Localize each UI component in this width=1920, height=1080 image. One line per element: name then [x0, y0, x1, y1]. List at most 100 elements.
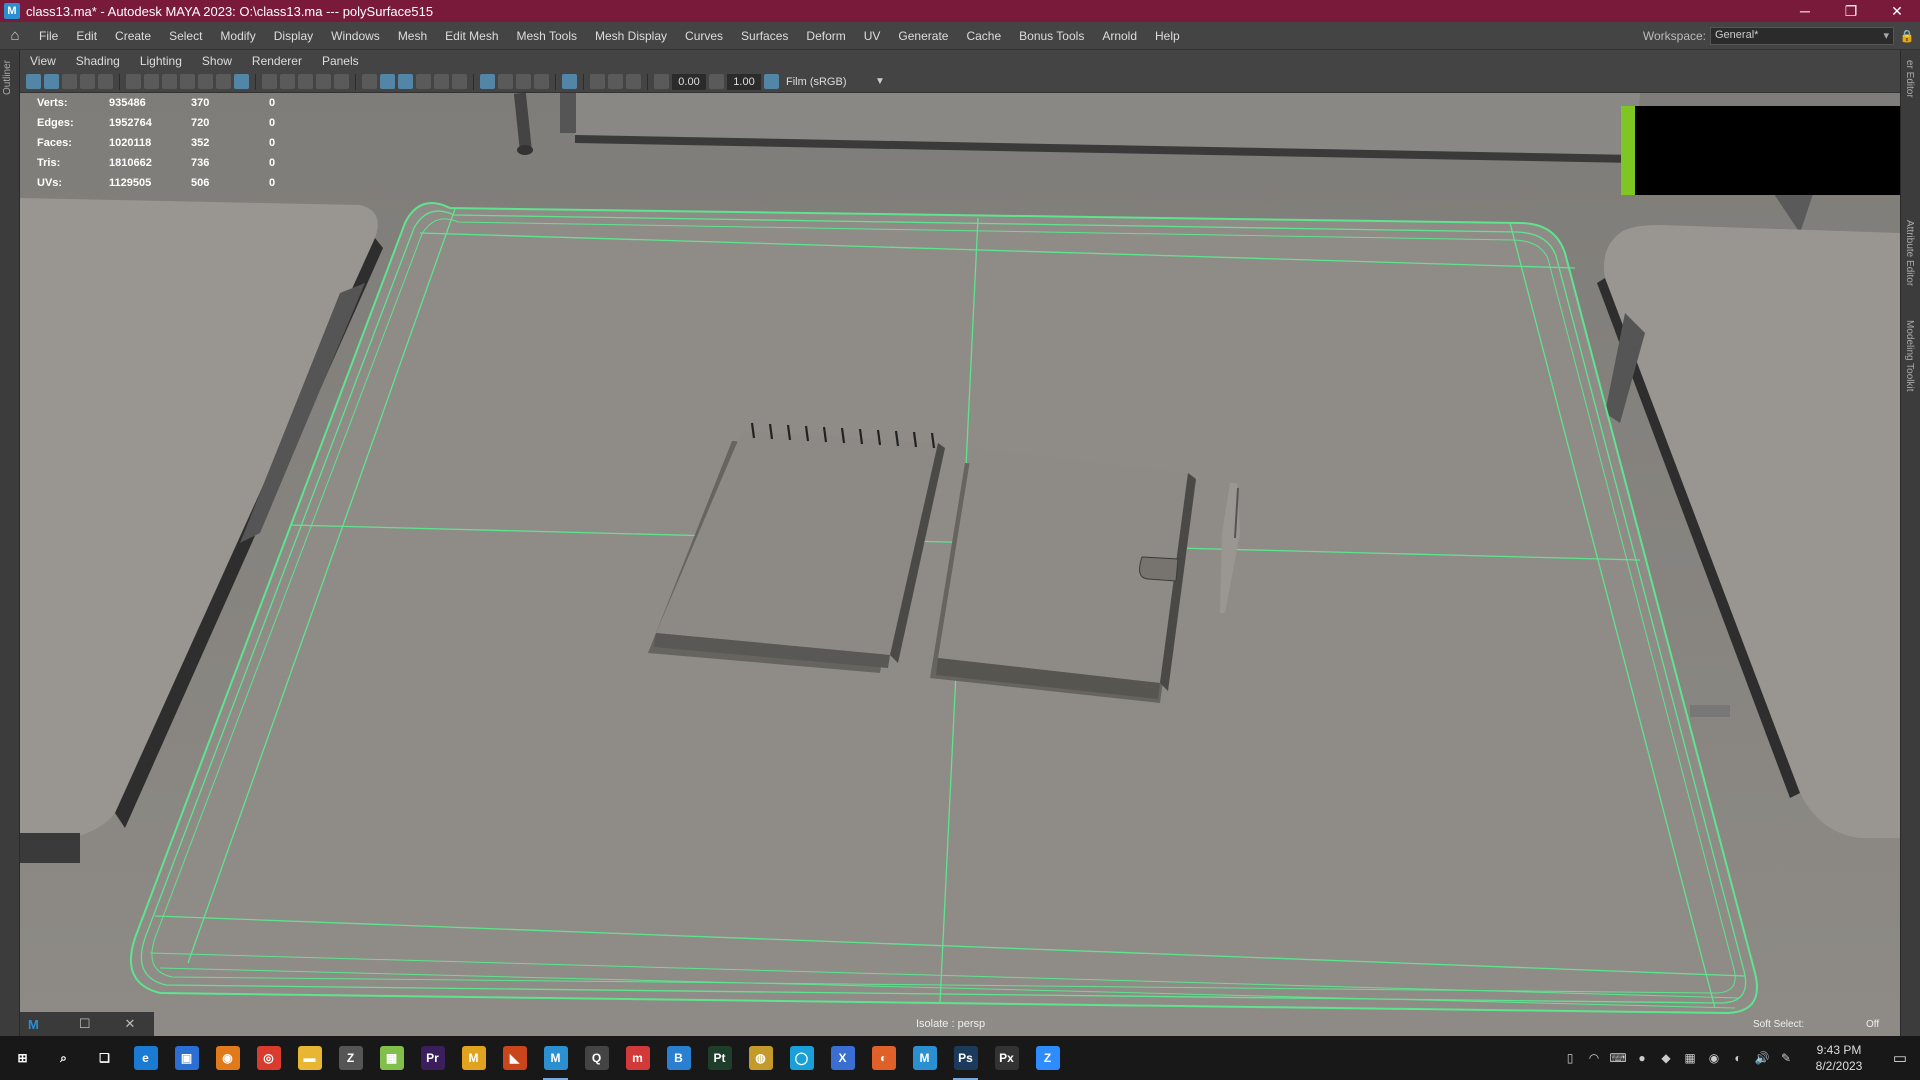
panel-menu-shading[interactable]: Shading	[66, 54, 130, 68]
tray-icon-5[interactable]: ▦	[1678, 1051, 1702, 1065]
view-transform-select[interactable]: Film (sRGB)	[782, 74, 872, 90]
panel-menu-view[interactable]: View	[20, 54, 66, 68]
taskbar-zbrush-icon[interactable]: Z	[330, 1036, 371, 1080]
ssao-icon[interactable]	[562, 74, 577, 89]
taskbar-globe-icon[interactable]: ◍	[740, 1036, 781, 1080]
menu-help[interactable]: Help	[1146, 29, 1189, 43]
taskbar-search-icon[interactable]: ⌕	[43, 1036, 84, 1080]
grid-icon[interactable]	[144, 74, 159, 89]
menu-curves[interactable]: Curves	[676, 29, 732, 43]
taskbar-photoshop-icon[interactable]: Ps	[945, 1036, 986, 1080]
bounding-box-icon[interactable]	[316, 74, 331, 89]
panel-menu-show[interactable]: Show	[192, 54, 242, 68]
panel-menu-renderer[interactable]: Renderer	[242, 54, 312, 68]
taskbar-blender-icon[interactable]: ◉	[207, 1036, 248, 1080]
menu-edit-mesh[interactable]: Edit Mesh	[436, 29, 507, 43]
maya-mini-icon[interactable]: M	[20, 1017, 47, 1032]
isolate-select-icon[interactable]	[480, 74, 495, 89]
attribute-editor-tab[interactable]: Attribute Editor	[1904, 220, 1915, 286]
xray-joints-icon[interactable]	[516, 74, 531, 89]
resolution-gate-icon[interactable]	[180, 74, 195, 89]
menu-surfaces[interactable]: Surfaces	[732, 29, 797, 43]
outliner-tab[interactable]: Outliner	[2, 60, 13, 95]
tray-icon-9[interactable]: ✎	[1774, 1051, 1798, 1065]
tray-icon-7[interactable]: ◐	[1726, 1051, 1750, 1065]
notification-icon[interactable]: ▭	[1880, 1049, 1920, 1067]
gate-mask-icon[interactable]	[198, 74, 213, 89]
taskbar-tool-o-icon[interactable]: ◯	[781, 1036, 822, 1080]
smooth-shade-icon[interactable]	[280, 74, 295, 89]
exposure-field[interactable]: 0.00	[672, 73, 706, 90]
menu-windows[interactable]: Windows	[322, 29, 389, 43]
taskbar-mudbox-icon[interactable]: m	[617, 1036, 658, 1080]
taskbar-px-icon[interactable]: Px	[986, 1036, 1027, 1080]
menu-select[interactable]: Select	[160, 29, 211, 43]
shadows-icon[interactable]	[434, 74, 449, 89]
tray-icon-3[interactable]: ●	[1630, 1051, 1654, 1065]
color-management-icon[interactable]	[764, 74, 779, 89]
taskbar-start-icon[interactable]: ⊞	[2, 1036, 43, 1080]
menu-mesh-display[interactable]: Mesh Display	[586, 29, 676, 43]
light-bulb-icon[interactable]	[452, 74, 467, 89]
safe-action-icon[interactable]	[234, 74, 249, 89]
menu-create[interactable]: Create	[106, 29, 160, 43]
close-icon[interactable]: ✕	[117, 1016, 144, 1032]
taskbar-chrome-icon[interactable]: ◎	[248, 1036, 289, 1080]
menu-mesh[interactable]: Mesh	[389, 29, 436, 43]
exposure-icon[interactable]	[654, 74, 669, 89]
tray-icon-2[interactable]: ⌨	[1606, 1051, 1630, 1065]
textured-icon[interactable]	[398, 74, 413, 89]
tray-icon-4[interactable]: ◆	[1654, 1051, 1678, 1065]
taskbar-tool-q-icon[interactable]: Q	[576, 1036, 617, 1080]
panel-menu-panels[interactable]: Panels	[312, 54, 369, 68]
close-button[interactable]: ✕	[1874, 3, 1920, 20]
taskbar-maps-icon[interactable]: ▦	[371, 1036, 412, 1080]
taskbar-maya-2-icon[interactable]: M	[904, 1036, 945, 1080]
2d-pan-zoom-icon[interactable]	[98, 74, 113, 89]
taskbar-zoom-icon[interactable]: Z	[1027, 1036, 1068, 1080]
depth-of-field-icon[interactable]	[626, 74, 641, 89]
gamma-icon[interactable]	[709, 74, 724, 89]
menu-uv[interactable]: UV	[855, 29, 890, 43]
minimize-button[interactable]: ─	[1782, 3, 1828, 19]
taskbar-houdini-icon[interactable]: ◐	[863, 1036, 904, 1080]
maximize-button[interactable]: ❐	[1828, 3, 1874, 20]
workspace-select[interactable]: General* ▾	[1710, 26, 1894, 45]
home-icon[interactable]: ⌂	[0, 27, 30, 44]
editor-tab[interactable]: er Editor	[1904, 60, 1915, 98]
taskbar-marmoset-icon[interactable]: M	[453, 1036, 494, 1080]
menu-cache[interactable]: Cache	[957, 29, 1010, 43]
restore-icon[interactable]: ☐	[71, 1016, 99, 1032]
taskbar-premiere-icon[interactable]: Pr	[412, 1036, 453, 1080]
perspective-viewport[interactable]: Verts: 935486 370 0 Edges: 1952764 720 0 Faces: 1…	[20, 93, 1900, 1036]
taskbar-fusion-icon[interactable]: ◣	[494, 1036, 535, 1080]
menu-arnold[interactable]: Arnold	[1093, 29, 1146, 43]
wireframe-on-shaded-icon[interactable]	[362, 74, 377, 89]
menu-generate[interactable]: Generate	[889, 29, 957, 43]
field-chart-icon[interactable]	[216, 74, 231, 89]
xray-icon[interactable]	[498, 74, 513, 89]
menu-deform[interactable]: Deform	[797, 29, 854, 43]
xray-active-icon[interactable]	[534, 74, 549, 89]
menu-display[interactable]: Display	[265, 29, 322, 43]
lock-icon[interactable]: 🔒	[1894, 29, 1920, 43]
clock[interactable]: 9:43 PM 8/2/2023	[1798, 1042, 1880, 1074]
taskbar-tool-x-icon[interactable]: X	[822, 1036, 863, 1080]
taskbar-store-icon[interactable]: ▣	[166, 1036, 207, 1080]
use-all-lights-icon[interactable]	[416, 74, 431, 89]
bookmark-icon[interactable]	[62, 74, 77, 89]
menu-bonus-tools[interactable]: Bonus Tools	[1010, 29, 1093, 43]
select-camera-icon[interactable]	[26, 74, 41, 89]
multisample-icon[interactable]	[608, 74, 623, 89]
motion-blur-icon[interactable]	[590, 74, 605, 89]
taskbar-explorer-icon[interactable]: ▬	[289, 1036, 330, 1080]
modeling-toolkit-tab[interactable]: Modeling Toolkit	[1904, 320, 1915, 392]
panel-menu-lighting[interactable]: Lighting	[130, 54, 192, 68]
tray-icon-1[interactable]: ◠	[1582, 1051, 1606, 1065]
points-icon[interactable]	[334, 74, 349, 89]
menu-file[interactable]: File	[30, 29, 67, 43]
tray-icon-0[interactable]: ▯	[1558, 1051, 1582, 1065]
chevron-down-icon[interactable]: ▼	[875, 76, 885, 87]
image-plane-icon[interactable]	[80, 74, 95, 89]
menu-modify[interactable]: Modify	[211, 29, 264, 43]
